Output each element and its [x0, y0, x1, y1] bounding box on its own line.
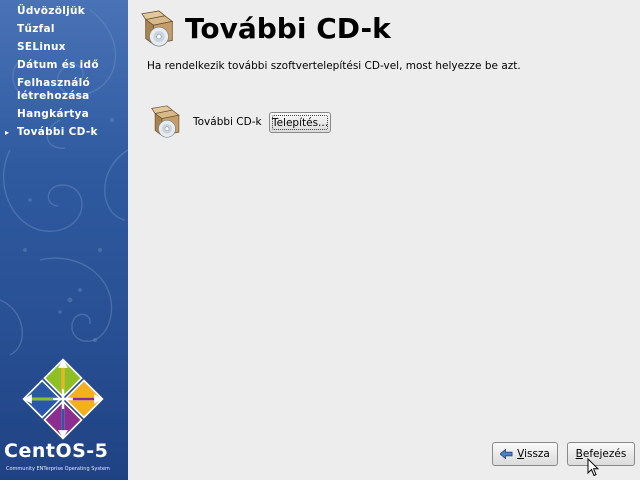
- back-button-label: Vissza: [517, 448, 550, 460]
- install-button[interactable]: Telepítés...: [269, 112, 331, 133]
- step-label: SELinux: [17, 41, 66, 53]
- back-button[interactable]: Vissza: [492, 442, 558, 466]
- mnemonic-letter: B: [575, 448, 583, 460]
- step-label: Dátum és idő: [17, 59, 99, 71]
- step-welcome: Üdvözöljük: [0, 5, 128, 18]
- back-arrow-icon: [500, 449, 513, 459]
- finish-button-label: Befejezés: [576, 448, 627, 460]
- centos-brand-name: CentOS-5: [4, 440, 109, 462]
- active-step-arrow-icon: ▸: [5, 128, 10, 137]
- centos-brand-tagline: Community ENTerprise Operating System: [6, 466, 110, 472]
- step-label: Üdvözöljük: [17, 5, 86, 17]
- finish-button[interactable]: Befejezés: [567, 442, 635, 466]
- centos-logo-icon: [22, 358, 104, 440]
- step-create-user: Felhasználó létrehozása: [0, 77, 128, 103]
- step-selinux: SELinux: [0, 41, 128, 54]
- step-label: Hangkártya: [17, 108, 90, 120]
- step-label: Tűzfal: [17, 23, 55, 35]
- software-box-cd-icon: [141, 10, 174, 47]
- step-label: További CD-k: [17, 126, 98, 138]
- installation-steps-list: Üdvözöljük Tűzfal SELinux Dátum és idő F…: [0, 5, 128, 144]
- step-date-time: Dátum és idő: [0, 59, 128, 72]
- step-additional-cds: ▸ További CD-k: [0, 126, 128, 139]
- step-sound-card: Hangkártya: [0, 108, 128, 121]
- focus-ring: [272, 115, 328, 130]
- label-rest: issza: [524, 448, 550, 460]
- additional-cds-label: További CD-k: [193, 116, 262, 128]
- mouse-pointer-icon: [587, 458, 599, 477]
- step-label: Felhasználó létrehozása: [17, 77, 91, 102]
- step-firewall: Tűzfal: [0, 23, 128, 36]
- sidebar: Üdvözöljük Tűzfal SELinux Dátum és idő F…: [0, 0, 128, 480]
- software-box-cd-icon: [151, 105, 180, 138]
- page-title: További CD-k: [185, 12, 391, 45]
- instruction-text: Ha rendelkezik további szoftvertelepítés…: [147, 60, 521, 72]
